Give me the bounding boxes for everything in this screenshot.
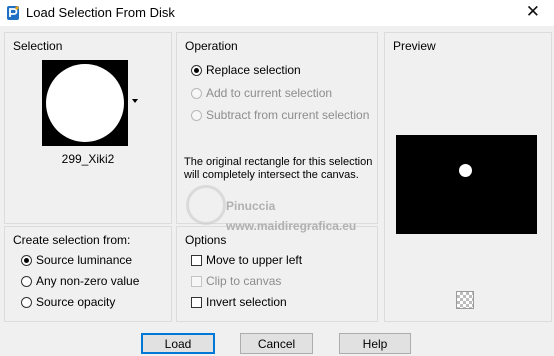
- selection-thumbnail[interactable]: [42, 60, 128, 146]
- window-title: Load Selection From Disk: [26, 5, 175, 20]
- load-button[interactable]: Load: [141, 333, 215, 354]
- move-upper-left-label: Move to upper left: [206, 253, 303, 267]
- source-opacity-radio[interactable]: Source opacity: [21, 294, 115, 310]
- subtract-selection-radio[interactable]: Subtract from current selection: [191, 107, 369, 123]
- selection-panel-title: Selection: [13, 39, 63, 53]
- preview-image: [396, 135, 537, 234]
- checkbox-indicator[interactable]: [191, 296, 202, 308]
- dropdown-arrow-icon[interactable]: [132, 99, 138, 103]
- radio-indicator[interactable]: [21, 296, 32, 308]
- preview-selection-dot: [459, 164, 472, 177]
- psp-app-icon: [7, 6, 19, 20]
- operation-panel: Operation: [176, 32, 378, 224]
- any-non-zero-label: Any non-zero value: [36, 274, 140, 288]
- title-bar: Load Selection From Disk ✕: [0, 0, 554, 26]
- radio-indicator[interactable]: [21, 275, 32, 287]
- operation-panel-title: Operation: [185, 39, 238, 53]
- preview-panel-title: Preview: [393, 39, 436, 53]
- close-icon[interactable]: ✕: [526, 2, 540, 22]
- checkerboard-icon[interactable]: [456, 291, 474, 309]
- move-upper-left-checkbox[interactable]: Move to upper left: [191, 252, 302, 268]
- replace-selection-radio[interactable]: Replace selection: [191, 62, 301, 78]
- source-opacity-label: Source opacity: [36, 295, 116, 309]
- create-from-panel-title: Create selection from:: [13, 233, 131, 247]
- replace-selection-label: Replace selection: [206, 63, 301, 77]
- selection-file-name: 299_Xiki2: [61, 152, 115, 166]
- clip-to-canvas-label: Clip to canvas: [206, 274, 282, 288]
- selection-thumbnail-shape: [46, 64, 124, 142]
- cancel-button[interactable]: Cancel: [240, 333, 313, 354]
- help-button[interactable]: Help: [339, 333, 411, 354]
- options-panel-title: Options: [185, 233, 227, 247]
- intersect-message: The original rectangle for this selectio…: [184, 156, 373, 181]
- invert-selection-label: Invert selection: [206, 295, 287, 309]
- invert-selection-checkbox[interactable]: Invert selection: [191, 294, 287, 310]
- radio-indicator[interactable]: [21, 254, 32, 266]
- checkbox-indicator[interactable]: [191, 275, 202, 287]
- clip-to-canvas-checkbox[interactable]: Clip to canvas: [191, 273, 281, 289]
- add-to-selection-label: Add to current selection: [206, 86, 333, 100]
- radio-indicator[interactable]: [191, 87, 202, 99]
- source-luminance-radio[interactable]: Source luminance: [21, 252, 132, 268]
- any-non-zero-radio[interactable]: Any non-zero value: [21, 273, 139, 289]
- source-luminance-label: Source luminance: [36, 253, 133, 267]
- add-to-selection-radio[interactable]: Add to current selection: [191, 85, 332, 101]
- radio-indicator[interactable]: [191, 109, 202, 121]
- subtract-selection-label: Subtract from current selection: [206, 108, 370, 122]
- radio-indicator[interactable]: [191, 64, 202, 76]
- selection-panel: Selection 299_Xiki2: [4, 32, 172, 224]
- checkbox-indicator[interactable]: [191, 254, 202, 266]
